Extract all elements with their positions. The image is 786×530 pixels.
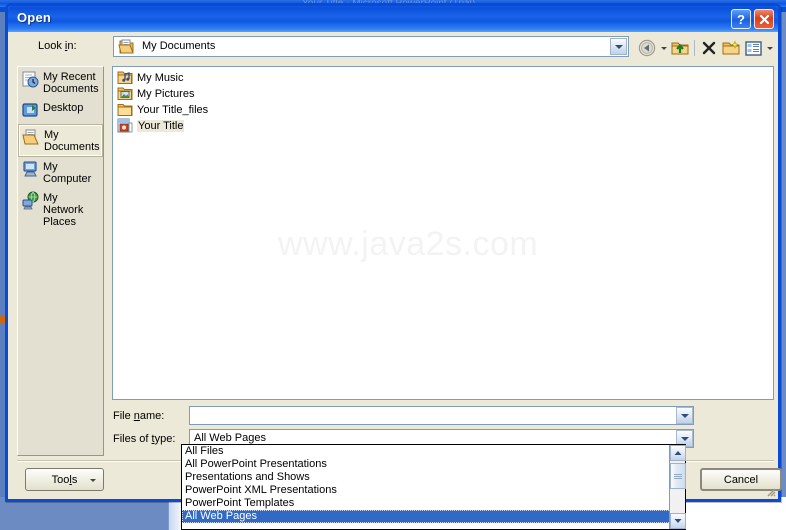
separator: [694, 40, 695, 56]
place-label: Desktop: [43, 102, 84, 114]
dropdown-option-selected[interactable]: All Web Pages: [182, 510, 685, 523]
new-folder-icon: [722, 40, 740, 55]
lookin-value: My Documents: [142, 40, 216, 52]
up-one-level-button[interactable]: [669, 38, 691, 59]
pictures-folder-icon: [117, 86, 133, 102]
folder-icon: [117, 102, 133, 118]
place-item-my-recent-documents[interactable]: My Recent Documents: [18, 67, 103, 98]
file-list-item[interactable]: My Music: [113, 70, 235, 86]
back-dropdown[interactable]: [658, 46, 669, 50]
chevron-down-icon: [614, 44, 623, 49]
dropdown-option[interactable]: All Files: [182, 445, 685, 458]
watermark: www.java2s.com: [278, 225, 539, 263]
file-label: Your Title: [137, 120, 185, 132]
my-documents-folder-icon: [118, 39, 135, 60]
tools-button[interactable]: Tools: [25, 468, 104, 491]
filename-input[interactable]: [189, 406, 694, 425]
filetype-dropdown-list[interactable]: All Files All PowerPoint Presentations P…: [181, 444, 686, 530]
powerpoint-file-icon: [117, 118, 133, 134]
places-bar: My Recent Documents Desktop My Documents…: [17, 66, 104, 456]
back-button[interactable]: [636, 38, 658, 59]
place-label: My Computer: [43, 161, 92, 185]
views-dropdown[interactable]: [764, 46, 775, 50]
lookin-dropdown-arrow[interactable]: [610, 38, 627, 55]
up-folder-icon: [671, 42, 689, 55]
lookin-label: Look in:: [38, 40, 77, 52]
place-item-my-computer[interactable]: My Computer: [18, 157, 103, 188]
dropdown-option[interactable]: PowerPoint Templates: [182, 497, 685, 510]
scroll-down-button[interactable]: [670, 513, 686, 529]
file-label: My Music: [137, 72, 184, 84]
window-buttons: ?: [731, 9, 774, 29]
dialog-toolbar: [636, 36, 775, 60]
question-mark-icon: ?: [737, 11, 745, 27]
file-label: My Pictures: [137, 88, 195, 100]
filetype-label: Files of type:: [113, 433, 176, 445]
close-icon: [759, 14, 769, 24]
dropdown-scrollbar[interactable]: [669, 445, 686, 529]
filename-dropdown-arrow[interactable]: [676, 407, 693, 424]
file-list-item-selected[interactable]: Your Title: [113, 118, 235, 134]
chevron-down-icon: [674, 519, 682, 523]
new-folder-button[interactable]: [720, 38, 742, 59]
close-button[interactable]: [754, 9, 774, 29]
chevron-down-icon: [680, 413, 689, 418]
open-dialog: Open ? Look in: My Documents My Recent D…: [5, 3, 782, 502]
scroll-up-button[interactable]: [670, 445, 686, 461]
place-item-desktop[interactable]: Desktop: [18, 98, 103, 124]
scrollbar-thumb[interactable]: [670, 463, 686, 489]
network-places-icon: [21, 191, 40, 210]
delete-button[interactable]: [698, 38, 720, 59]
dropdown-option[interactable]: Presentations and Shows: [182, 471, 685, 484]
chevron-down-icon: [766, 46, 773, 50]
filetype-value: All Web Pages: [194, 432, 266, 444]
place-label: My Network Places: [43, 192, 84, 228]
dialog-titlebar[interactable]: Open ?: [8, 6, 778, 32]
chevron-down-icon: [680, 436, 689, 441]
back-arrow-icon: [638, 39, 656, 57]
file-list-item[interactable]: My Pictures: [113, 86, 235, 102]
chevron-up-icon: [674, 451, 682, 455]
tools-label: Tools: [51, 473, 78, 486]
filename-label: File name:: [113, 410, 165, 422]
views-icon: [744, 40, 762, 56]
chevron-down-icon: [90, 479, 96, 482]
place-item-my-documents[interactable]: My Documents: [18, 124, 103, 157]
delete-x-icon: [702, 41, 716, 55]
my-computer-icon: [21, 160, 40, 179]
cancel-label: Cancel: [723, 473, 759, 486]
place-label: My Recent Documents: [43, 71, 99, 95]
lookin-combo[interactable]: My Documents: [113, 36, 629, 57]
my-documents-icon: [22, 128, 41, 147]
chevron-down-icon: [660, 46, 667, 50]
recent-documents-icon: [21, 70, 40, 89]
dropdown-option[interactable]: All PowerPoint Presentations: [182, 458, 685, 471]
place-item-my-network-places[interactable]: My Network Places: [18, 188, 103, 231]
views-button[interactable]: [742, 38, 764, 59]
music-folder-icon: [117, 70, 133, 86]
file-list-item[interactable]: Your Title_files: [113, 102, 257, 118]
place-label: My Documents: [44, 129, 100, 153]
resize-grip-icon[interactable]: [764, 485, 776, 497]
dropdown-option[interactable]: PowerPoint XML Presentations: [182, 484, 685, 497]
grip-icon: [674, 473, 682, 480]
dialog-title: Open: [17, 10, 52, 25]
file-list[interactable]: www.java2s.com My Music My Pictures Your…: [112, 66, 774, 400]
desktop-icon: [21, 101, 40, 120]
file-label: Your Title_files: [137, 104, 209, 116]
help-button[interactable]: ?: [731, 9, 751, 29]
